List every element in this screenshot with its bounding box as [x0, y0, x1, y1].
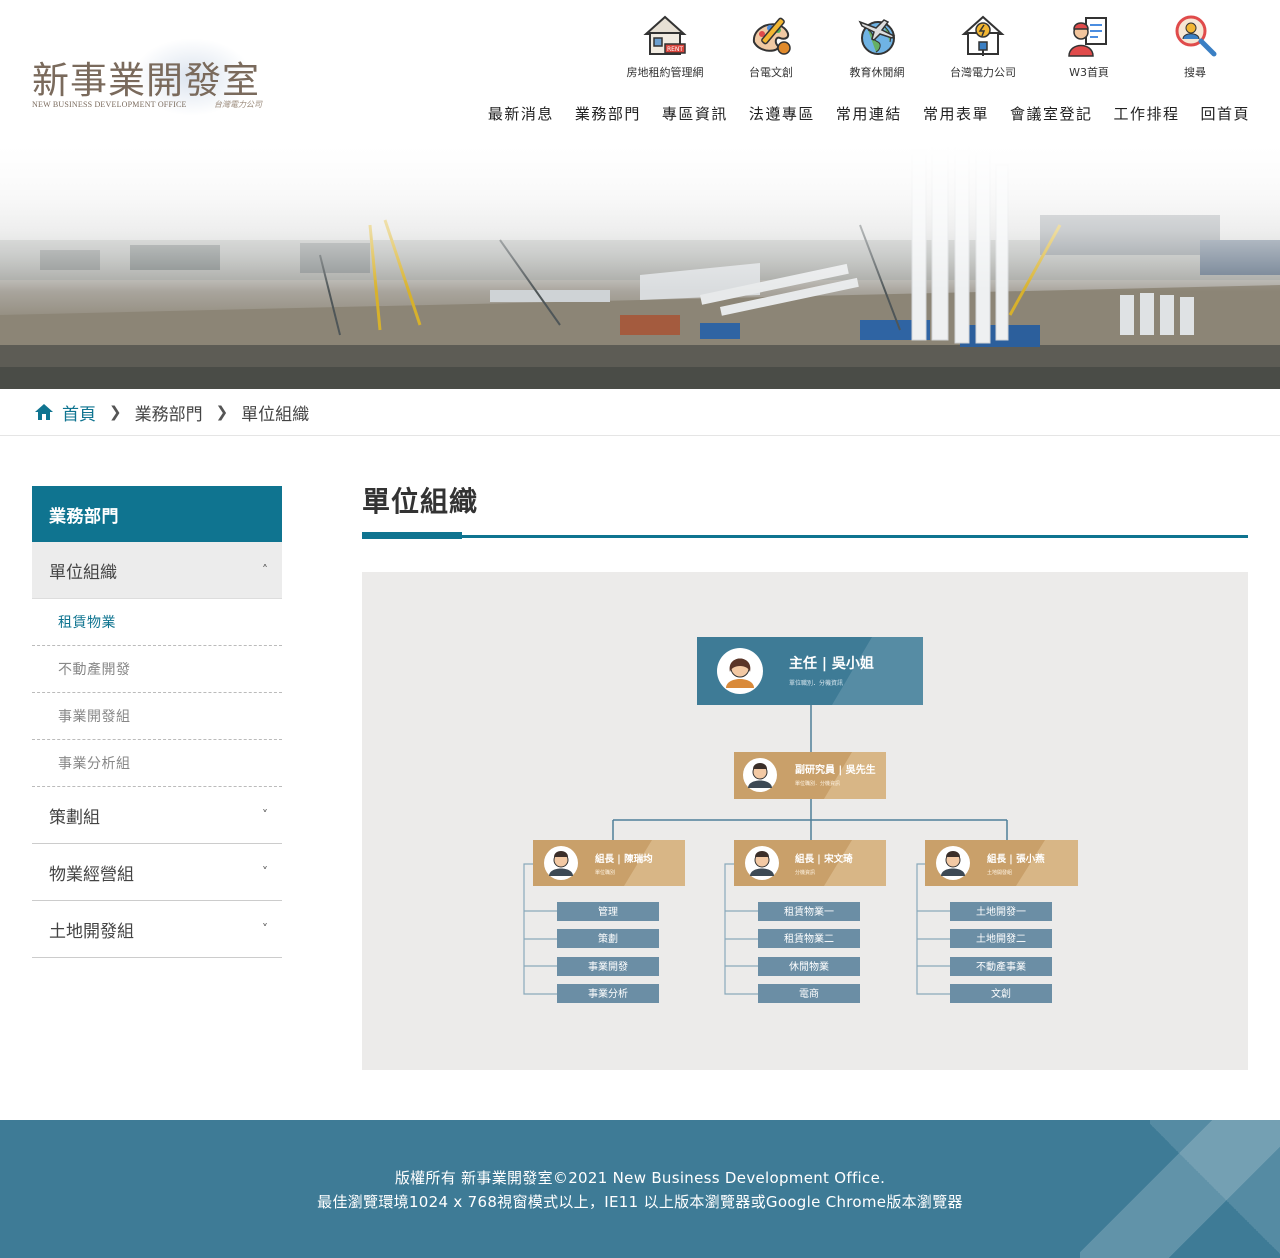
sidebar-item-label: 策劃組: [49, 807, 100, 828]
org-unit: 租賃物業二: [784, 932, 834, 945]
breadcrumb-level1[interactable]: 業務部門: [135, 400, 203, 425]
sidebar-item-land[interactable]: 土地開發組 ˅: [32, 901, 282, 958]
org-deputy-desc: 單位職別．分機資訊: [795, 780, 840, 787]
breadcrumb-home-label: 首頁: [62, 404, 96, 425]
svg-text:RENT: RENT: [667, 46, 683, 53]
quick-link-label: 台電文創: [749, 66, 793, 79]
site-footer: 版權所有 新事業開發室©2021 New Business Developmen…: [0, 1120, 1280, 1258]
nav-work-schedule[interactable]: 工作排程: [1113, 103, 1179, 124]
chevron-down-icon: ˅: [262, 922, 268, 936]
nav-business-dept[interactable]: 業務部門: [575, 103, 641, 124]
sidebar-sub-rental[interactable]: 租賃物業: [32, 599, 282, 646]
quick-link-label: W3首頁: [1069, 66, 1109, 79]
org-unit: 土地開發一: [976, 905, 1026, 918]
chevron-up-icon: ˄: [262, 563, 268, 577]
org-leader-3-title: 組長 | 張小燕: [987, 853, 1045, 865]
org-leader-2-desc: 分機資訊: [795, 869, 815, 876]
org-unit: 電商: [799, 987, 819, 1000]
org-leader-3-desc: 土地開發組: [987, 869, 1012, 876]
quick-link-label: 房地租約管理網: [626, 66, 704, 79]
sidebar-item-label: 土地開發組: [49, 921, 134, 942]
site-header: 新事業開發室 NEW BUSINESS DEVELOPMENT OFFICE 台…: [0, 0, 1280, 145]
sidebar-sub-business-analysis[interactable]: 事業分析組: [32, 740, 282, 787]
breadcrumb: 首頁 ❯ 業務部門 ❯ 單位組織: [0, 389, 1280, 436]
nav-common-forms[interactable]: 常用表單: [923, 103, 989, 124]
nav-common-links[interactable]: 常用連結: [836, 103, 902, 124]
quick-link-taipower[interactable]: 台灣電力公司: [930, 12, 1036, 82]
nav-meeting-room[interactable]: 會議室登記: [1010, 103, 1093, 124]
quick-link-rent[interactable]: RENT 房地租約管理網: [612, 12, 718, 82]
org-unit: 策劃: [598, 932, 618, 945]
title-underline: [362, 532, 1248, 539]
quick-link-label: 搜尋: [1184, 66, 1206, 79]
quick-link-leisure[interactable]: 教育休閒網: [824, 12, 930, 82]
rent-house-icon: RENT: [643, 15, 687, 55]
chevron-down-icon: ˅: [262, 808, 268, 822]
breadcrumb-current: 單位組織: [241, 404, 310, 425]
chevron-right-icon: ❯: [215, 403, 229, 421]
sidebar-item-org[interactable]: 單位組織 ˄: [32, 542, 282, 599]
org-unit: 文創: [991, 987, 1011, 1000]
org-director-desc: 單位職別．分機資訊: [789, 679, 843, 687]
quick-link-w3[interactable]: W3首頁: [1036, 12, 1142, 82]
hero-banner: [0, 145, 1280, 389]
org-chart: 主任 | 吳小姐 單位職別．分機資訊 副研究員 | 吳先生 單位職別．分機資訊 …: [362, 572, 1248, 1070]
logo-name-cn: 新事業開發室: [32, 59, 260, 102]
footer-copyright: 版權所有 新事業開發室©2021 New Business Developmen…: [394, 1169, 886, 1187]
nav-home[interactable]: 回首頁: [1200, 103, 1250, 124]
sidebar-sub-business-dev[interactable]: 事業開發組: [32, 693, 282, 740]
search-user-icon: [1175, 15, 1217, 57]
footer-decoration: [1150, 1120, 1280, 1258]
org-director-title: 主任 | 吳小姐: [789, 655, 874, 672]
port-construction-illustration: [0, 145, 1280, 389]
worker-document-icon: [1068, 17, 1107, 57]
site-logo[interactable]: 新事業開發室 NEW BUSINESS DEVELOPMENT OFFICE 台…: [32, 38, 264, 120]
nav-compliance[interactable]: 法遵專區: [749, 103, 815, 124]
logo-name-en: NEW BUSINESS DEVELOPMENT OFFICE: [32, 100, 187, 109]
globe-plane-icon: [858, 19, 896, 55]
org-unit: 土地開發二: [976, 932, 1026, 945]
sidebar-title: 業務部門: [32, 486, 282, 542]
footer-browser-note: 最佳瀏覽環境1024 x 768視窗模式以上，IE11 以上版本瀏覽器或Goog…: [317, 1193, 963, 1211]
sidebar-item-planning[interactable]: 策劃組 ˅: [32, 787, 282, 844]
logo-signature: 台灣電力公司: [214, 100, 262, 109]
chevron-down-icon: ˅: [262, 865, 268, 879]
org-unit: 管理: [598, 905, 618, 918]
org-deputy-title: 副研究員 | 吳先生: [795, 763, 876, 776]
main-content: 單位組織: [362, 480, 1248, 539]
quick-link-search[interactable]: 搜尋: [1142, 12, 1248, 82]
quick-link-creative[interactable]: 台電文創: [718, 12, 824, 82]
quick-link-label: 教育休閒網: [849, 66, 905, 79]
sidebar-sub-realestate[interactable]: 不動產開發: [32, 646, 282, 693]
sidebar-item-label: 物業經營組: [49, 864, 134, 885]
nav-special-info[interactable]: 專區資訊: [662, 103, 728, 124]
org-unit: 事業開發: [588, 960, 628, 973]
nav-latest-news[interactable]: 最新消息: [488, 103, 554, 124]
page-title: 單位組織: [362, 485, 479, 518]
quick-link-label: 台灣電力公司: [950, 66, 1016, 79]
power-house-icon: [961, 15, 1005, 56]
org-chart-diagram: 主任 | 吳小姐 單位職別．分機資訊 副研究員 | 吳先生 單位職別．分機資訊 …: [523, 637, 1078, 1003]
sidebar-item-property[interactable]: 物業經營組 ˅: [32, 844, 282, 901]
org-leader-1-title: 組長 | 陳瑞均: [595, 853, 653, 865]
chevron-right-icon: ❯: [109, 403, 122, 421]
sidebar-item-label: 單位組織: [49, 562, 117, 583]
sidebar: 業務部門 單位組織 ˄ 租賃物業 不動產開發 事業開發組 事業分析組 策劃組 ˅…: [32, 486, 282, 958]
org-leader-2-title: 組長 | 宋文琦: [795, 853, 853, 865]
breadcrumb-home[interactable]: 首頁: [34, 400, 96, 425]
main-nav: 最新消息 業務部門 專區資訊 法遵專區 常用連結 常用表單 會議室登記 工作排程…: [467, 103, 1250, 124]
org-unit: 休閒物業: [789, 960, 829, 973]
org-leader-1-desc: 單位職別: [595, 869, 615, 876]
org-unit: 不動產事業: [976, 960, 1026, 973]
home-icon: [35, 404, 53, 420]
org-unit: 租賃物業一: [784, 905, 834, 918]
creative-tools-icon: [752, 17, 791, 55]
org-unit: 事業分析: [588, 987, 628, 1000]
